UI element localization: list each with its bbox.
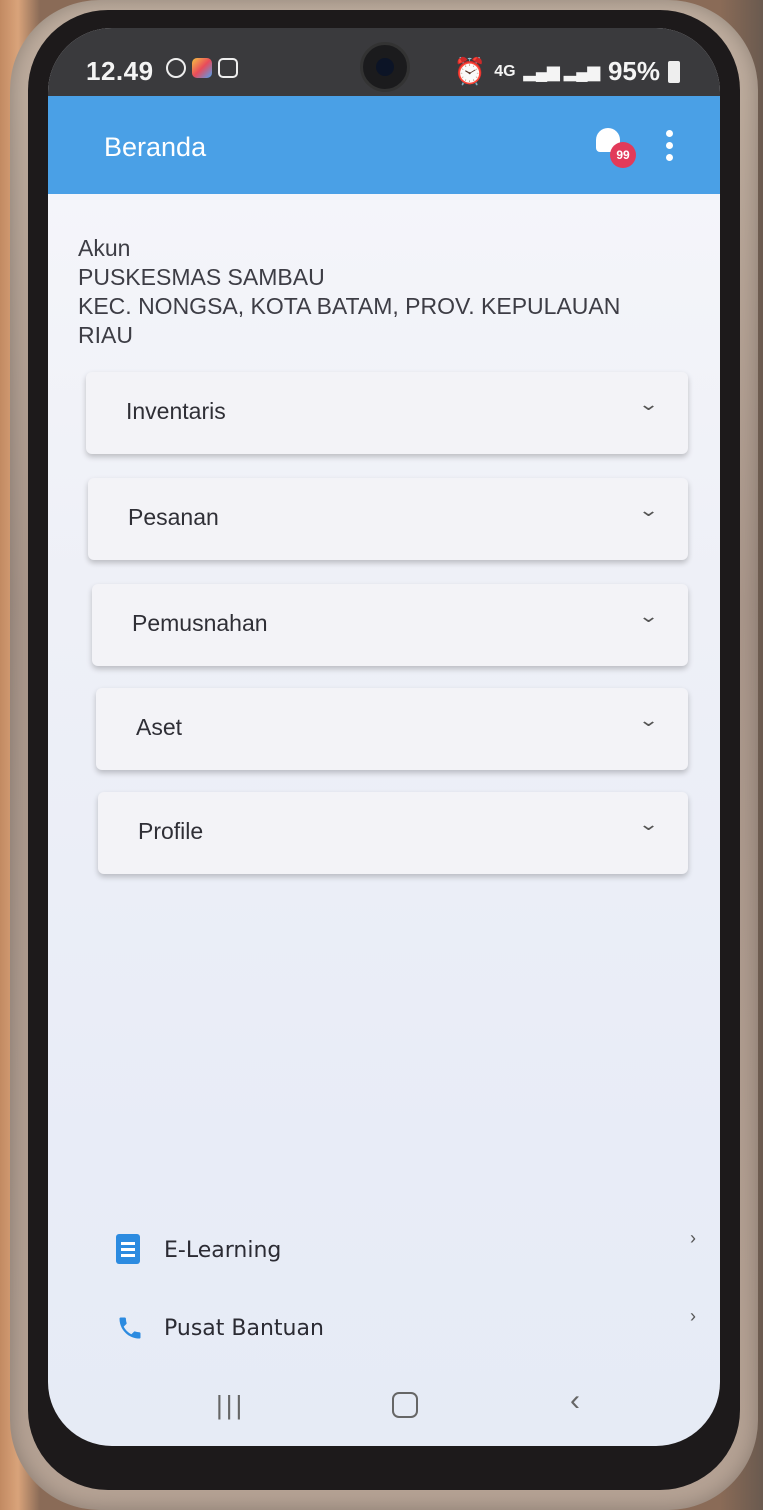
menu-item-aset[interactable]: Aset ⌄	[96, 688, 688, 770]
whatsapp-icon	[166, 58, 186, 78]
kebab-dot-icon	[665, 130, 673, 137]
checkbox-notification-icon	[218, 58, 238, 78]
menu-item-label: Inventaris	[126, 398, 226, 424]
chevron-right-icon: ›	[690, 1228, 696, 1248]
menu-item-pesanan[interactable]: Pesanan ⌄	[88, 478, 688, 560]
status-bar: 12.49 ⏰ 4G ▂▄▆ ▂▄▆ 95%	[48, 28, 720, 96]
link-label: E-Learning	[164, 1238, 282, 1263]
front-camera	[360, 42, 410, 92]
menu-item-label: Pemusnahan	[132, 610, 268, 636]
app-notification-icon	[192, 58, 212, 78]
network-type: 4G	[494, 62, 516, 80]
link-pusat-bantuan[interactable]: Pusat Bantuan ›	[116, 1306, 696, 1354]
phone-screen: 12.49 ⏰ 4G ▂▄▆ ▂▄▆ 95% Beranda 99 Akun P…	[48, 28, 720, 1446]
recent-apps-button[interactable]: |||	[216, 1390, 245, 1421]
status-time: 12.49	[86, 56, 154, 86]
account-name: PUSKESMAS SAMBAU	[78, 264, 325, 290]
app-bar: Beranda 99	[48, 96, 720, 194]
alarm-icon: ⏰	[453, 56, 487, 86]
menu-item-inventaris[interactable]: Inventaris ⌄	[86, 372, 688, 454]
page-title: Beranda	[104, 132, 207, 162]
system-nav-bar: ||| ‹	[48, 1378, 720, 1446]
chevron-right-icon: ›	[690, 1306, 696, 1326]
account-label: Akun	[78, 235, 131, 261]
chevron-down-icon: ⌄	[637, 500, 660, 520]
chevron-down-icon: ⌄	[637, 710, 660, 730]
link-label: Pusat Bantuan	[164, 1316, 324, 1341]
chevron-down-icon: ⌄	[637, 394, 660, 414]
chevron-down-icon: ⌄	[637, 814, 660, 834]
menu-item-pemusnahan[interactable]: Pemusnahan ⌄	[92, 584, 688, 666]
phone-icon	[119, 1317, 141, 1339]
menu-item-label: Pesanan	[128, 504, 219, 530]
menu-item-label: Aset	[136, 714, 183, 740]
back-button[interactable]: ‹	[570, 1384, 580, 1418]
home-button[interactable]	[392, 1392, 418, 1418]
notification-button[interactable]: 99	[596, 128, 636, 168]
menu-item-profile[interactable]: Profile ⌄	[98, 792, 688, 874]
document-icon	[116, 1234, 140, 1264]
account-address: KEC. NONGSA, KOTA BATAM, PROV. KEPULAUAN…	[78, 293, 621, 348]
battery-level: 95%	[607, 56, 660, 86]
battery-icon	[668, 60, 680, 83]
chevron-down-icon: ⌄	[637, 606, 660, 626]
menu-item-label: Profile	[138, 818, 204, 844]
link-e-learning[interactable]: E-Learning ›	[116, 1228, 696, 1276]
signal-icon: ▂▄▆ ▂▄▆	[523, 63, 600, 81]
notification-badge: 99	[610, 142, 636, 168]
status-indicators: ⏰ 4G ▂▄▆ ▂▄▆ 95%	[454, 56, 680, 87]
more-options-button[interactable]	[664, 130, 674, 164]
account-info: Akun PUSKESMAS SAMBAU KEC. NONGSA, KOTA …	[78, 234, 678, 350]
notification-icons	[166, 58, 238, 78]
